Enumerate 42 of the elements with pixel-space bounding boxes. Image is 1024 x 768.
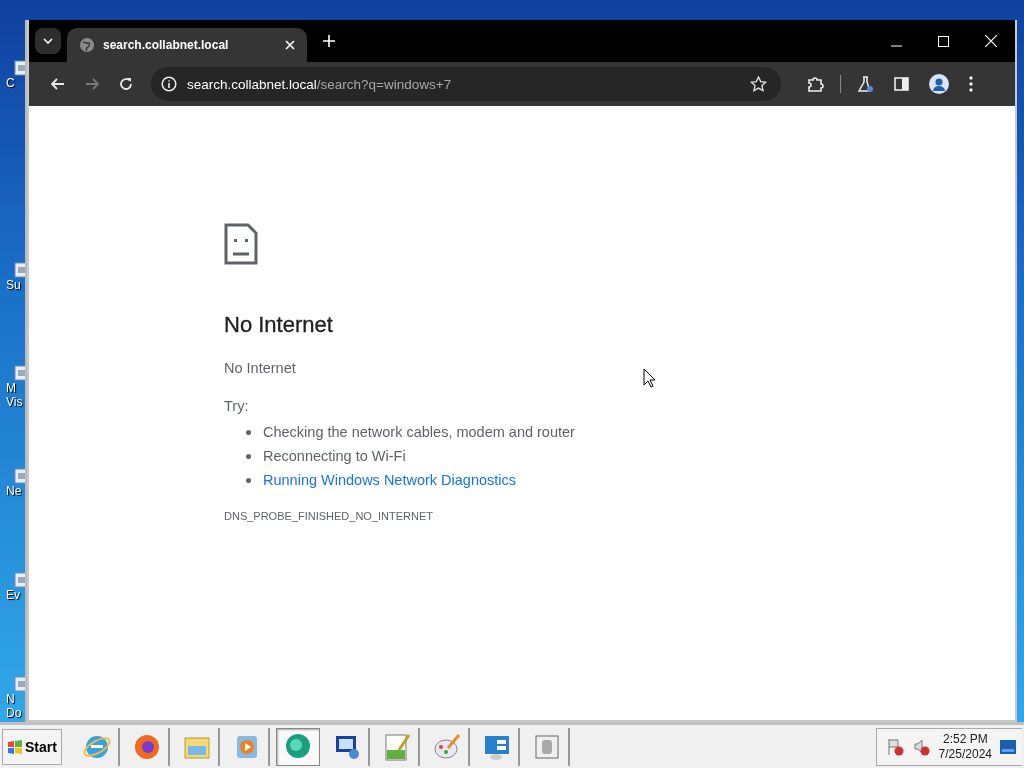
sad-page-icon xyxy=(224,223,258,265)
suggestion-text: Checking the network cables, modem and router xyxy=(263,424,575,440)
new-tab-icon[interactable] xyxy=(323,35,335,47)
error-message: No Internet xyxy=(224,360,297,376)
suggestion-text: Reconnecting to Wi-Fi xyxy=(263,448,406,464)
shortcut-label: C xyxy=(5,76,15,90)
maximize-icon[interactable] xyxy=(938,36,949,47)
error-code: DNS_PROBE_FINISHED_NO_INTERNET xyxy=(224,510,435,522)
side-panel-icon[interactable] xyxy=(894,77,909,91)
start-button[interactable]: Start xyxy=(2,728,62,765)
shortcut-label: Ev xyxy=(5,588,20,602)
speaker-muted-icon[interactable] xyxy=(912,737,931,756)
close-icon[interactable] xyxy=(285,40,295,50)
forward-arrow-icon[interactable] xyxy=(85,78,99,90)
caret-icon xyxy=(43,38,53,44)
close-icon[interactable] xyxy=(985,35,997,47)
browser-tab[interactable]: search.collabnet.local xyxy=(67,28,307,62)
info-icon[interactable] xyxy=(161,76,177,92)
back-arrow-icon[interactable] xyxy=(51,78,65,90)
reload-icon[interactable] xyxy=(119,77,133,91)
shortcut-label: N xyxy=(5,692,15,706)
error-heading: No Internet xyxy=(224,312,334,338)
clock-time: 2:52 PM xyxy=(942,731,988,747)
clock-date: 7/25/2024 xyxy=(938,746,992,762)
try-label: Try: xyxy=(224,398,250,414)
mouse-pointer-icon xyxy=(643,368,656,388)
address-bar[interactable]: search.collabnet.local/search?q=windows+7 xyxy=(151,67,781,101)
menu-icon[interactable] xyxy=(969,76,973,92)
shortcut-label: Ne xyxy=(5,484,22,498)
star-icon[interactable] xyxy=(750,76,767,92)
flag-error-icon[interactable] xyxy=(886,737,905,756)
shortcut-label: Su xyxy=(5,278,21,292)
diagnostics-link[interactable]: Running Windows Network Diagnostics xyxy=(263,472,517,488)
flask-icon[interactable] xyxy=(857,76,874,92)
shortcut-label: Vis xyxy=(5,395,23,409)
show-desktop-icon[interactable] xyxy=(1000,739,1016,754)
shortcut-label: M xyxy=(5,381,16,395)
puzzle-icon[interactable] xyxy=(807,76,824,92)
shortcut-label: Do xyxy=(5,706,22,720)
tab-search-button[interactable] xyxy=(35,28,61,54)
four-pane-flag-icon xyxy=(7,738,23,755)
avatar-icon[interactable] xyxy=(929,74,949,94)
